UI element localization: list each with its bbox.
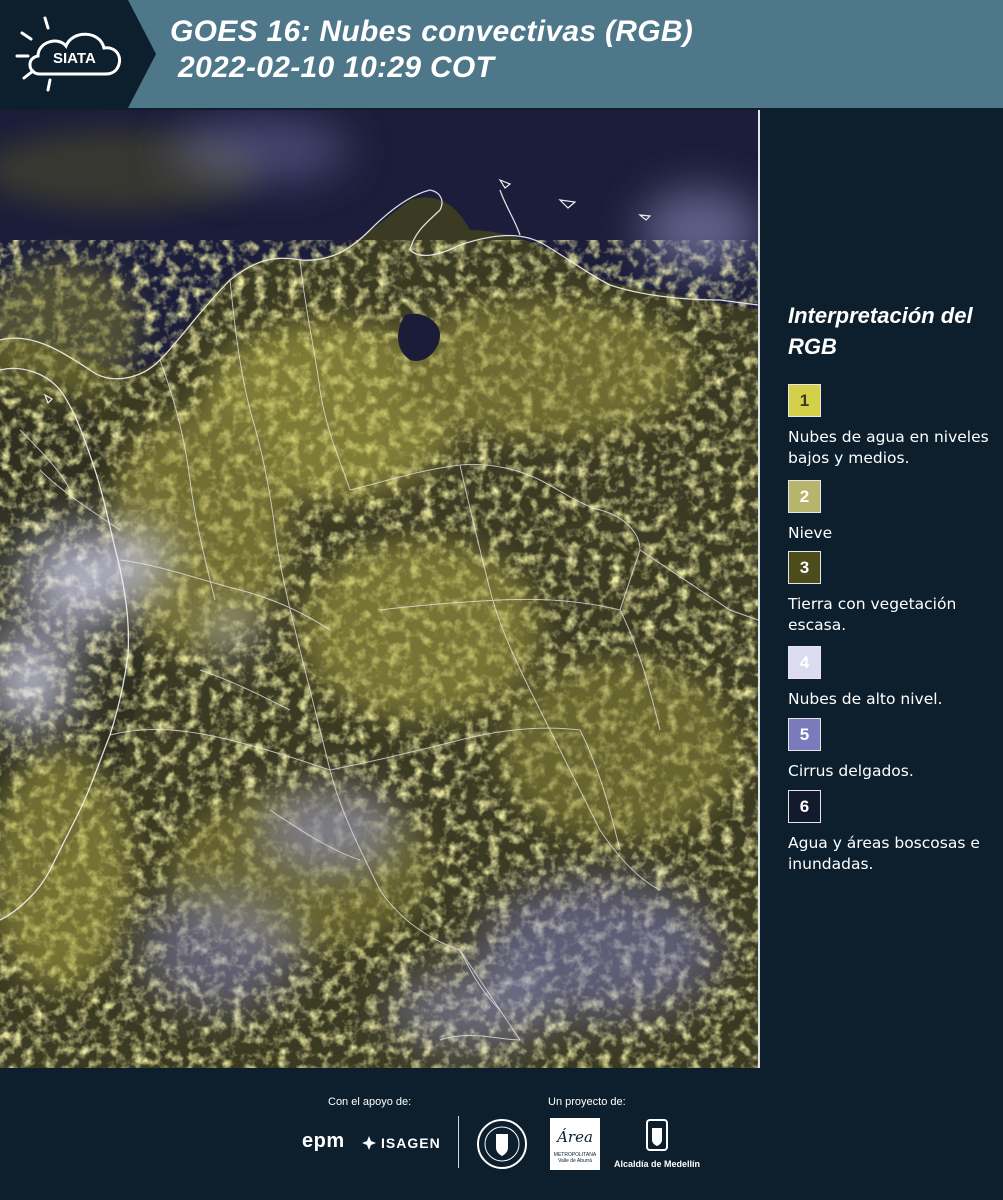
alcaldia-logo: Alcaldía de Medellín [612, 1118, 702, 1169]
isagen-logo: ISAGEN [360, 1134, 441, 1152]
legend-label-4: Nubes de alto nivel. [788, 690, 943, 708]
legend-swatch-1: 1 [788, 384, 821, 417]
siata-logo: SIATA [0, 0, 156, 108]
legend-swatch-2: 2 [788, 480, 821, 513]
legend-label-5: Cirrus delgados. [788, 762, 914, 780]
footer-divider [458, 1116, 459, 1168]
legend-swatch-4: 4 [788, 646, 821, 679]
page-title: GOES 16: Nubes convectivas (RGB) 2022-02… [170, 14, 693, 86]
legend-number-6: 6 [799, 796, 810, 816]
legend-label-3: Tierra con vegetación escasa. [788, 595, 957, 634]
legend-number-3: 3 [799, 557, 810, 577]
legend-label-1: Nubes de agua en niveles bajos y medios. [788, 428, 989, 467]
legend-item-3: 3 Tierra con vegetación escasa. [788, 551, 993, 636]
legend-number-5: 5 [799, 724, 810, 744]
legend-item-5: 5 Cirrus delgados. [788, 718, 993, 782]
legend-item-4: 4 Nubes de alto nivel. [788, 646, 993, 710]
legend-panel: Interpretación del RGB 1 Nubes de agua e… [760, 110, 1003, 1068]
legend-number-2: 2 [799, 486, 810, 506]
legend-number-1: 1 [799, 390, 810, 410]
legend-label-2: Nieve [788, 524, 833, 542]
legend-item-1: 1 Nubes de agua en niveles bajos y medio… [788, 384, 993, 469]
legend-swatch-5: 5 [788, 718, 821, 751]
support-label: Con el apoyo de: [328, 1096, 412, 1108]
area-logo-name: Área [557, 1128, 593, 1146]
satellite-map[interactable] [0, 110, 760, 1068]
isagen-icon [362, 1136, 376, 1150]
legend-swatch-3: 3 [788, 551, 821, 584]
coat-of-arms-icon [646, 1119, 668, 1151]
alcaldia-text: Alcaldía de Medellín [613, 1159, 701, 1169]
university-seal-icon [477, 1119, 527, 1169]
legend-item-2: 2 Nieve [788, 480, 993, 544]
isagen-text: ISAGEN [381, 1135, 441, 1151]
legend-title: Interpretación del RGB [788, 303, 973, 359]
title-line-2: 2022-02-10 10:29 COT [178, 51, 495, 84]
area-logo-sub2: Valle de Aburrá [558, 1158, 592, 1164]
project-label: Un proyecto de: [548, 1096, 626, 1108]
header-bar: SIATA GOES 16: Nubes convectivas (RGB) 2… [0, 0, 1003, 108]
logo-text: SIATA [53, 50, 96, 67]
legend-item-6: 6 Agua y áreas boscosas e inundadas. [788, 790, 993, 875]
area-metropolitana-logo: Área METROPOLITANA Valle de Aburrá [550, 1118, 600, 1170]
legend-label-6: Agua y áreas boscosas e inundadas. [788, 834, 980, 873]
legend-number-4: 4 [799, 652, 810, 672]
title-line-1: GOES 16: Nubes convectivas (RGB) [170, 15, 694, 48]
legend-swatch-6: 6 [788, 790, 821, 823]
epm-logo: epm [302, 1130, 345, 1152]
footer: Con el apoyo de: Un proyecto de: epm ISA… [0, 1068, 1003, 1200]
area-logo-sub: METROPOLITANA [553, 1152, 597, 1158]
